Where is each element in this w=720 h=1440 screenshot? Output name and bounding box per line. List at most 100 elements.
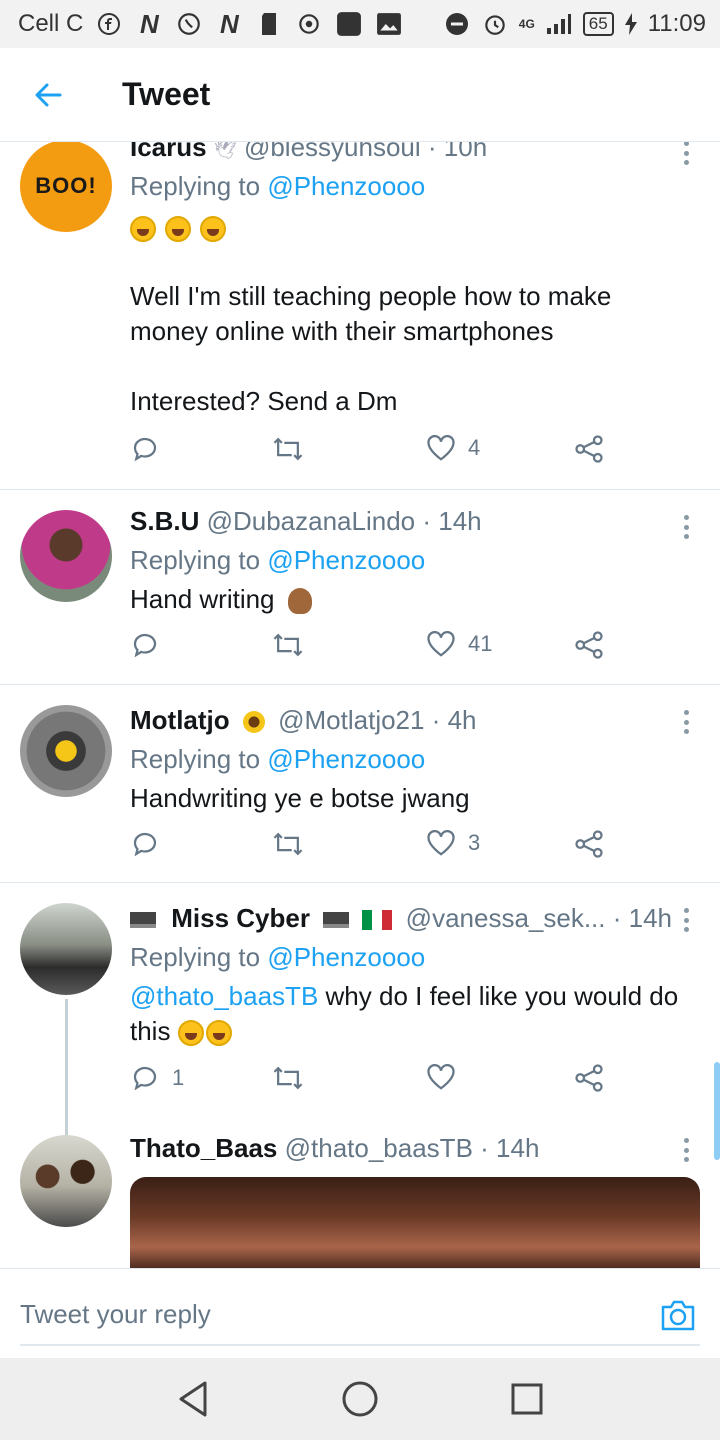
carrier-label: Cell C (18, 10, 84, 37)
replying-label: Replying to (130, 171, 261, 201)
tweet-text: Interested? Send a Dm (130, 386, 398, 416)
replying-label: Replying to (130, 744, 261, 774)
heart-icon (427, 435, 455, 461)
display-name[interactable]: Icarus (130, 142, 207, 162)
replying-to: Replying to @Phenzoooo (130, 744, 692, 775)
timestamp: · 14h (422, 506, 482, 536)
back-button[interactable] (0, 48, 96, 142)
whatsapp-icon (175, 10, 203, 38)
heart-icon (427, 1064, 455, 1090)
reply-timeline[interactable]: BOO! Icarus 🕊 @blessyuhsoul · 10h Replyi… (0, 142, 720, 1268)
tweet-text-row: @thato_baasTB why do I feel like you wou… (130, 979, 692, 1049)
replying-mention[interactable]: @Phenzoooo (267, 744, 425, 774)
tweet-actions: 4 (130, 434, 620, 474)
timestamp: · 14h (612, 903, 672, 933)
display-name[interactable]: S.B.U (130, 506, 199, 536)
like-button[interactable]: 41 (426, 630, 492, 658)
tweet-item[interactable]: Miss Cyber @vanessa_sek... · 14h Replyin… (0, 883, 720, 1179)
status-left: Cell C N N (18, 8, 403, 39)
sunflower-emoji-icon (242, 711, 265, 734)
triangle-back-icon (179, 1381, 207, 1417)
netflix-icon-2: N (219, 8, 239, 39)
avatar[interactable] (20, 903, 112, 995)
like-button[interactable]: 3 (426, 829, 480, 857)
reply-bar: Tweet your reply (0, 1268, 720, 1358)
handle[interactable]: @Motlatjo21 (278, 705, 424, 735)
avatar[interactable] (20, 510, 112, 602)
like-button[interactable] (426, 1063, 456, 1091)
handle[interactable]: @thato_baasTB (285, 1133, 473, 1163)
scrollbar[interactable] (714, 1062, 720, 1160)
reply-icon (133, 832, 157, 857)
avatar[interactable] (20, 1135, 112, 1227)
laptop-emoji-icon (130, 912, 156, 929)
tweet-item[interactable]: Thato_Baas @thato_baasTB · 14h (0, 1123, 720, 1268)
tweet-text: Hand writing (130, 584, 275, 614)
retweet-button[interactable] (272, 630, 304, 660)
reply-icon (133, 1066, 157, 1091)
reply-button[interactable] (130, 630, 160, 660)
heart-icon (427, 830, 455, 856)
tweet-text: Handwriting ye e botse jwang (130, 783, 470, 813)
timestamp: · 4h (431, 705, 477, 735)
ok-hand-emoji-icon (287, 588, 312, 615)
app-icon (335, 10, 363, 38)
share-button[interactable] (574, 434, 604, 464)
signal-icon (545, 10, 573, 38)
camera-icon (661, 1300, 695, 1331)
replying-label: Replying to (130, 545, 261, 575)
tweet-media-image[interactable] (130, 1177, 700, 1268)
replying-to: Replying to @Phenzoooo (130, 545, 692, 576)
replying-mention[interactable]: @Phenzoooo (267, 545, 425, 575)
share-button[interactable] (574, 829, 604, 859)
share-button[interactable] (574, 630, 604, 660)
handle[interactable]: @vanessa_sek... (406, 903, 606, 933)
share-button[interactable] (574, 1063, 604, 1093)
status-right: 4G 65 11:09 (443, 10, 706, 38)
reply-input-underline (20, 1344, 700, 1346)
avatar[interactable] (20, 705, 112, 797)
tweet-meta: S.B.U @DubazanaLindo · 14h (130, 506, 692, 537)
avatar[interactable]: BOO! (20, 142, 112, 232)
nav-back-button[interactable] (163, 1369, 223, 1429)
display-name[interactable]: Thato_Baas (130, 1133, 277, 1163)
tweet-item[interactable]: Motlatjo @Motlatjo21 · 4h Replying to @P… (0, 685, 720, 883)
replying-mention[interactable]: @Phenzoooo (267, 171, 425, 201)
handle[interactable]: @blessyuhsoul (244, 142, 421, 162)
tears-of-joy-emoji-icon (205, 1020, 232, 1047)
tweet-text-row: Hand writing (130, 582, 692, 617)
retweet-icon (273, 832, 303, 856)
handle[interactable]: @DubazanaLindo (207, 506, 416, 536)
like-button[interactable]: 4 (426, 434, 480, 462)
tweet-meta: Icarus 🕊 @blessyuhsoul · 10h (130, 142, 692, 163)
netflix-icon: N (139, 8, 159, 39)
timestamp: · 14h (480, 1133, 540, 1163)
tweet-meta: Motlatjo @Motlatjo21 · 4h (130, 705, 692, 736)
retweet-button[interactable] (272, 1063, 304, 1093)
tweet-body: Thato_Baas @thato_baasTB · 14h (130, 1133, 692, 1164)
replying-mention[interactable]: @Phenzoooo (267, 942, 425, 972)
facebook-icon (95, 10, 123, 38)
display-name[interactable]: Miss Cyber (171, 903, 310, 933)
laughing-sweat-emoji-icon (200, 216, 227, 243)
camera-button[interactable] (658, 1295, 698, 1335)
tweet-item[interactable]: S.B.U @DubazanaLindo · 14h Replying to @… (0, 490, 720, 685)
reply-button[interactable] (130, 829, 160, 859)
square-recents-icon (511, 1383, 543, 1415)
reply-button[interactable]: 1 (130, 1063, 184, 1093)
tweet-item[interactable]: BOO! Icarus 🕊 @blessyuhsoul · 10h Replyi… (0, 142, 720, 490)
nav-recents-button[interactable] (497, 1369, 557, 1429)
nav-home-button[interactable] (330, 1369, 390, 1429)
tweet-mention[interactable]: @thato_baasTB (130, 981, 318, 1011)
timestamp: · 10h (427, 142, 488, 162)
retweet-button[interactable] (272, 829, 304, 859)
retweet-button[interactable] (272, 434, 304, 464)
like-count: 4 (468, 435, 481, 460)
reply-button[interactable] (130, 434, 160, 464)
display-name[interactable]: Motlatjo (130, 705, 230, 735)
gallery-icon (375, 10, 403, 38)
share-icon (575, 435, 603, 463)
reply-icon (133, 633, 157, 658)
app-header: Tweet (0, 48, 720, 142)
reply-input[interactable]: Tweet your reply (20, 1299, 211, 1330)
